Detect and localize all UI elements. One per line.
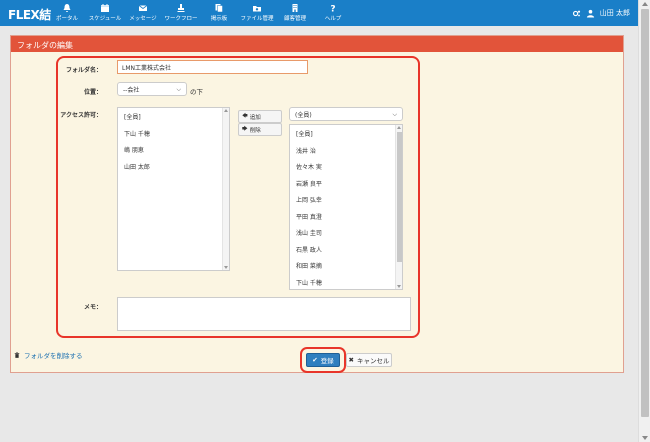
position-suffix: の下 xyxy=(190,88,203,96)
trash-icon xyxy=(14,352,20,358)
page-scrollbar[interactable] xyxy=(638,0,650,442)
list-item[interactable]: 嶋 朋恵 xyxy=(118,143,229,160)
list-item[interactable]: 和田 菜摘 xyxy=(290,259,402,276)
remove-button[interactable]: 🡆 削除 xyxy=(238,123,282,136)
register-label: 登録 xyxy=(320,357,334,365)
panel-title: フォルダの編集 xyxy=(11,36,623,52)
list-item[interactable]: 石黒 政人 xyxy=(290,243,402,260)
close-icon: ✖ xyxy=(348,356,354,364)
nav-portal[interactable]: ポータル xyxy=(48,0,86,26)
list-scrollbar[interactable] xyxy=(222,108,229,270)
position-value: --会社 xyxy=(123,87,140,94)
building-icon xyxy=(292,4,298,12)
register-button[interactable]: ✔ 登録 xyxy=(306,353,340,367)
position-select[interactable]: --会社 ⌵ xyxy=(117,82,187,96)
nav-customer[interactable]: 顧客管理 xyxy=(276,0,314,26)
list-scrollbar[interactable] xyxy=(395,125,402,289)
cancel-button[interactable]: ✖ キャンセル xyxy=(346,353,392,367)
app-logo[interactable]: FLEX結 xyxy=(8,6,51,23)
nav-label: ヘルプ xyxy=(324,16,342,22)
scroll-down-icon[interactable] xyxy=(224,266,228,269)
board-icon xyxy=(215,4,223,13)
scroll-up-icon[interactable] xyxy=(397,126,401,129)
top-navigation-bar: FLEX結 ポータル スケジュール メッセージ ワークフロー 掲示板 ファイル管… xyxy=(0,0,638,26)
list-item[interactable]: 浅井 治 xyxy=(290,144,402,161)
list-item[interactable]: 佐々木 実 xyxy=(290,160,402,177)
list-item[interactable]: [全員] xyxy=(290,127,402,144)
nav-label: 顧客管理 xyxy=(283,16,306,22)
scrollbar-thumb[interactable] xyxy=(397,132,402,262)
permitted-list[interactable]: [全員] 下山 千穂 嶋 朋恵 山田 太郎 xyxy=(117,107,230,271)
check-icon: ✔ xyxy=(312,356,318,364)
scroll-up-icon[interactable] xyxy=(642,2,648,6)
nav-file-manager[interactable]: ファイル管理 xyxy=(238,0,276,26)
scrollbar-thumb[interactable] xyxy=(641,9,649,417)
list-item[interactable]: 下山 千穂 xyxy=(290,276,402,293)
envelope-icon xyxy=(138,5,148,11)
folder-name-input[interactable]: LMN工業株式会社 xyxy=(117,60,308,74)
list-item[interactable]: 下山 千穂 xyxy=(118,127,229,144)
position-label: 位置： xyxy=(83,89,102,96)
list-item[interactable]: 平田 真澄 xyxy=(290,210,402,227)
access-permission-label: アクセス許可： xyxy=(60,112,102,119)
main-nav: ポータル スケジュール メッセージ ワークフロー 掲示板 ファイル管理 顧客管理… xyxy=(48,0,352,26)
folder-icon xyxy=(253,6,261,12)
list-item[interactable]: 岩瀬 良平 xyxy=(290,177,402,194)
memo-label: メモ： xyxy=(83,304,102,311)
nav-help[interactable]: ? ヘルプ xyxy=(314,0,352,26)
nav-label: 掲示板 xyxy=(210,16,228,22)
add-label: 追加 xyxy=(249,114,261,121)
list-item[interactable]: 山田 太郎 xyxy=(118,160,229,177)
candidate-filter-value: (全員) xyxy=(295,112,312,119)
delete-folder-link[interactable]: フォルダを削除する xyxy=(14,350,83,360)
delete-folder-label: フォルダを削除する xyxy=(24,352,83,360)
user-menu[interactable]: 山田 太郎 xyxy=(572,8,630,18)
nav-label: ファイル管理 xyxy=(240,16,274,22)
nav-label: ポータル xyxy=(55,16,78,22)
scroll-down-icon[interactable] xyxy=(397,285,401,288)
arrow-right-icon: 🡆 xyxy=(242,126,248,132)
list-item[interactable]: [全員] xyxy=(118,110,229,127)
add-button[interactable]: 🡄 追加 xyxy=(238,110,282,123)
candidate-filter-select[interactable]: (全員) ⌵ xyxy=(289,107,403,121)
chevron-down-icon: ⌵ xyxy=(176,86,181,93)
list-item[interactable]: 上岡 弘幸 xyxy=(290,193,402,210)
arrow-left-icon: 🡄 xyxy=(242,113,248,119)
scroll-down-icon[interactable] xyxy=(642,436,648,440)
nav-label: メッセージ xyxy=(129,16,157,22)
scroll-up-icon[interactable] xyxy=(224,109,228,112)
user-name: 山田 太郎 xyxy=(599,9,630,17)
cancel-label: キャンセル xyxy=(356,357,390,365)
nav-message[interactable]: メッセージ xyxy=(124,0,162,26)
memo-textarea[interactable] xyxy=(117,297,411,331)
nav-workflow[interactable]: ワークフロー xyxy=(162,0,200,26)
nav-label: スケジュール xyxy=(88,16,122,22)
calendar-icon xyxy=(101,4,109,12)
remove-label: 削除 xyxy=(249,127,261,134)
nav-schedule[interactable]: スケジュール xyxy=(86,0,124,26)
svg-text:?: ? xyxy=(330,5,335,14)
nav-label: ワークフロー xyxy=(164,16,198,22)
nav-board[interactable]: 掲示板 xyxy=(200,0,238,26)
chevron-down-icon: ⌵ xyxy=(392,111,397,118)
list-item[interactable]: 浅山 圭司 xyxy=(290,226,402,243)
user-icon xyxy=(586,9,594,18)
stamp-icon xyxy=(177,4,185,12)
gears-icon xyxy=(572,10,580,16)
candidate-list[interactable]: [全員] 浅井 治 佐々木 実 岩瀬 良平 上岡 弘幸 平田 真澄 浅山 圭司 … xyxy=(289,124,403,290)
bell-icon xyxy=(63,4,71,12)
question-icon: ? xyxy=(330,5,335,14)
folder-name-label: フォルダ名： xyxy=(65,67,102,74)
